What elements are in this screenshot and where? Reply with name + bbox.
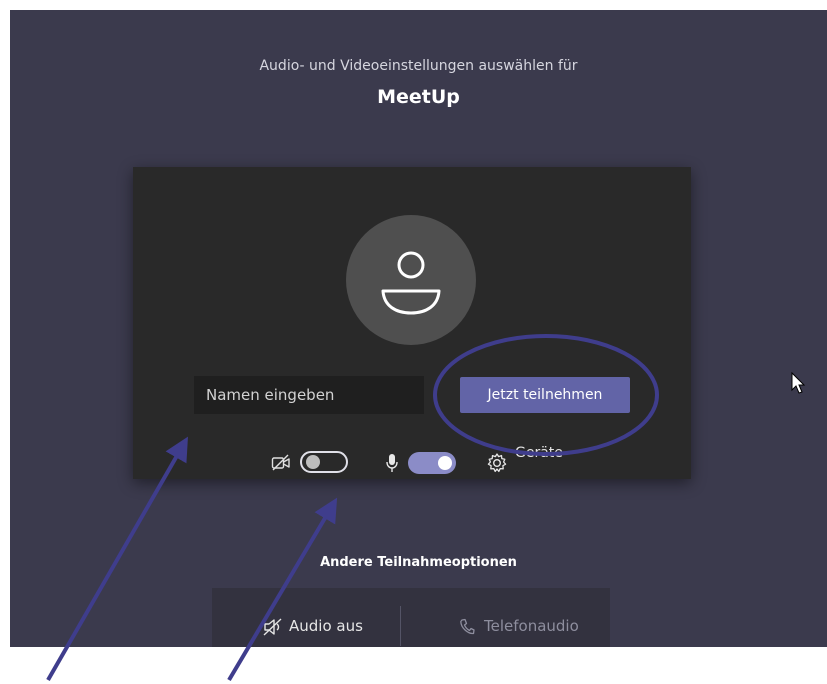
name-input[interactable] [194,376,424,414]
gear-icon[interactable] [486,452,508,474]
devices-label[interactable]: Geräte [515,445,563,461]
camera-off-icon [271,454,290,471]
teams-prejoin-screen: Audio- und Videoeinstellungen auswählen … [10,10,827,647]
toggle-knob [306,455,320,469]
meeting-title: MeetUp [377,86,460,108]
preview-card: Jetzt teilnehmen Geräte [133,167,691,479]
options-divider [400,606,401,646]
avatar [346,215,476,345]
audio-off-option[interactable]: Audio aus [289,617,363,635]
other-options-heading: Andere Teilnahmeoptionen [320,555,517,570]
person-icon [381,251,441,315]
speaker-off-icon [263,618,282,636]
phone-icon [460,618,475,635]
join-now-button[interactable]: Jetzt teilnehmen [460,377,630,413]
microphone-icon [386,454,398,472]
camera-toggle[interactable] [300,451,348,473]
microphone-toggle[interactable] [408,452,456,474]
toggle-knob [438,456,452,470]
phone-audio-option[interactable]: Telefonaudio [484,617,579,635]
prejoin-subtitle: Audio- und Videoeinstellungen auswählen … [259,58,578,74]
other-options-bar: Audio aus Telefonaudio [212,588,610,647]
